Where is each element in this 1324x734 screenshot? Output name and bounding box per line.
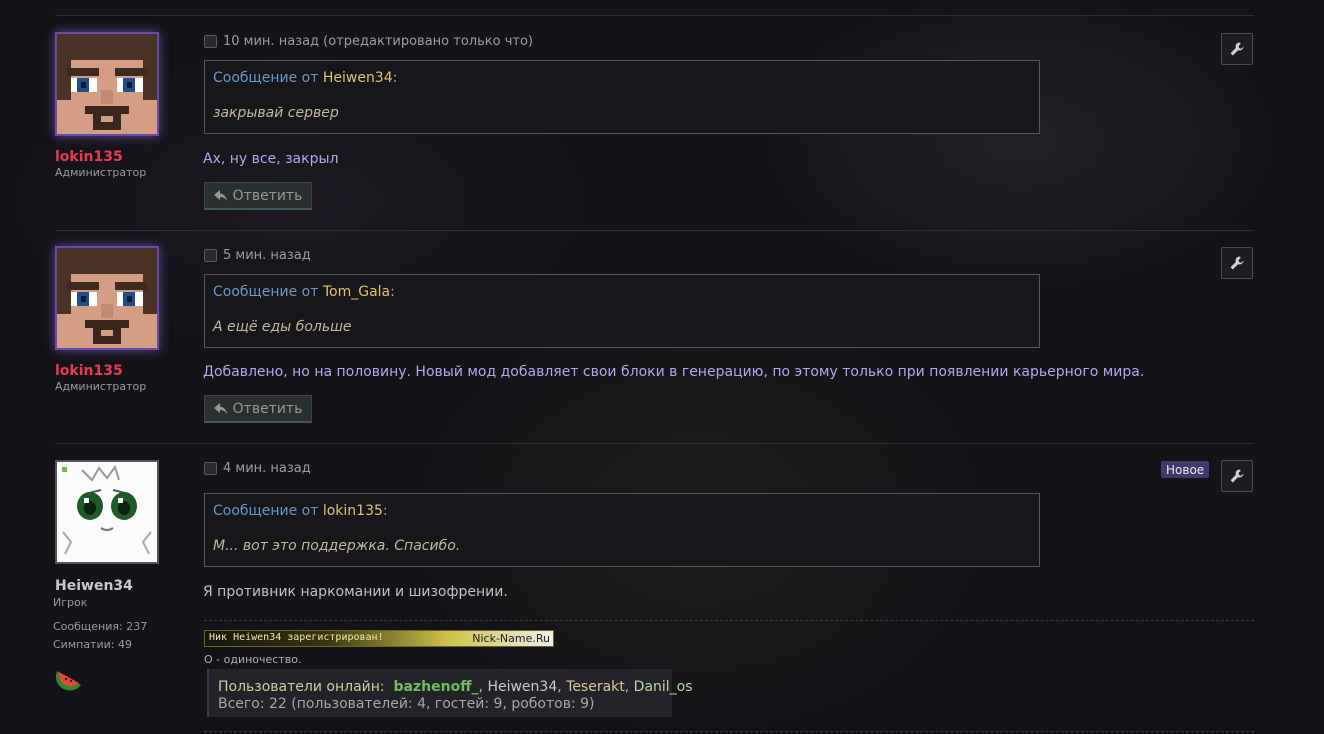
post-meta: 10 мин. назад (отредактировано только чт…: [204, 34, 533, 49]
select-post-checkbox[interactable]: [204, 35, 217, 48]
reply-button[interactable]: Ответить: [204, 395, 312, 423]
post-divider: [55, 230, 1254, 231]
quote-text: закрывай сервер: [213, 105, 339, 121]
post-tools-button[interactable]: [1221, 460, 1253, 492]
post-meta: 4 мин. назад: [204, 461, 311, 476]
post-time[interactable]: 4 мин. назад: [223, 461, 311, 476]
signature-motto: О - одиночество.: [204, 653, 302, 666]
quote-text: А ещё еды больше: [213, 319, 352, 335]
quote-header: Сообщение от Heiwen34:: [213, 70, 398, 86]
avatar[interactable]: [55, 246, 159, 350]
reply-label: Ответить: [232, 187, 303, 204]
avatar[interactable]: [55, 32, 159, 136]
post-divider: [55, 443, 1254, 444]
stat-label: Симпатии:: [53, 638, 115, 651]
post-message: Добавлено, но на половину. Новый мод доб…: [203, 364, 1145, 380]
avatar[interactable]: [55, 460, 159, 564]
wrench-icon: [1230, 469, 1244, 483]
select-post-checkbox[interactable]: [204, 462, 217, 475]
stat-value[interactable]: 237: [126, 620, 147, 633]
user-title: Администратор: [55, 166, 147, 179]
stat-value: 49: [117, 638, 132, 651]
post-divider: [55, 15, 1254, 16]
username[interactable]: lokin135: [55, 363, 123, 379]
quote-author[interactable]: Heiwen34: [323, 70, 393, 86]
stat-label: Сообщения:: [53, 620, 123, 633]
signature-divider: [204, 620, 1254, 621]
online-label: Пользователи онлайн:: [218, 679, 385, 695]
quote-prefix[interactable]: Сообщение от: [213, 70, 318, 86]
post-time[interactable]: 10 мин. назад (отредактировано только чт…: [223, 34, 533, 49]
select-post-checkbox[interactable]: [204, 249, 217, 262]
quote-block: Сообщение от Tom_Gala: А ещё еды больше: [204, 274, 1040, 348]
avatar-face-image: [57, 34, 157, 134]
online-users-box: Пользователи онлайн: bazhenoff_, Heiwen3…: [207, 669, 693, 717]
reply-arrow-icon: [213, 189, 227, 201]
quote-prefix[interactable]: Сообщение от: [213, 503, 318, 519]
online-user[interactable]: Heiwen34: [487, 679, 557, 695]
post-message: Я противник наркомании и шизофрении.: [203, 584, 508, 600]
quote-header: Сообщение от lokin135:: [213, 503, 388, 519]
reply-button[interactable]: Ответить: [204, 182, 312, 210]
post-tools-button[interactable]: [1221, 247, 1253, 279]
username[interactable]: lokin135: [55, 149, 123, 165]
user-title: Администратор: [55, 380, 147, 393]
avatar-face-image: [57, 248, 157, 348]
watermelon-icon: [55, 671, 81, 691]
reply-label: Ответить: [232, 400, 303, 417]
user-stat-messages: Сообщения: 237: [53, 620, 147, 633]
quote-prefix[interactable]: Сообщение от: [213, 284, 318, 300]
nick-banner-site: Nick-Name.Ru: [472, 632, 550, 645]
user-title: Игрок: [53, 596, 88, 609]
quote-author[interactable]: lokin135: [323, 503, 383, 519]
new-badge: Новое: [1161, 461, 1210, 478]
avatar-face-image: [57, 462, 157, 562]
wrench-icon: [1230, 256, 1244, 270]
signature-divider: [204, 731, 1254, 732]
post-message: Ах, ну все, закрыл: [203, 151, 339, 167]
online-user[interactable]: Danil_os: [634, 679, 693, 695]
post-time[interactable]: 5 мин. назад: [223, 248, 311, 263]
wrench-icon: [1230, 42, 1244, 56]
nick-banner-text: Ник Heiwen34 зарегистрирован!: [209, 632, 384, 643]
user-stat-likes: Симпатии: 49: [53, 638, 132, 651]
post-meta: 5 мин. назад: [204, 248, 311, 263]
online-user[interactable]: Teserakt: [566, 679, 625, 695]
quote-block: Сообщение от lokin135: М... вот это подд…: [204, 493, 1040, 567]
post-tools-button[interactable]: [1221, 33, 1253, 65]
online-total: Всего: 22 (пользователей: 4, гостей: 9, …: [218, 696, 595, 712]
quote-header: Сообщение от Tom_Gala:: [213, 284, 395, 300]
username[interactable]: Heiwen34: [55, 578, 133, 594]
quote-block: Сообщение от Heiwen34: закрывай сервер: [204, 60, 1040, 134]
quote-text: М... вот это поддержка. Спасибо.: [213, 538, 461, 554]
quote-author[interactable]: Tom_Gala: [323, 284, 390, 300]
nick-banner[interactable]: Ник Heiwen34 зарегистрирован! Nick-Name.…: [204, 630, 554, 647]
online-user[interactable]: bazhenoff_: [394, 679, 479, 695]
reply-arrow-icon: [213, 402, 227, 414]
online-users-line: Пользователи онлайн: bazhenoff_, Heiwen3…: [218, 679, 693, 695]
